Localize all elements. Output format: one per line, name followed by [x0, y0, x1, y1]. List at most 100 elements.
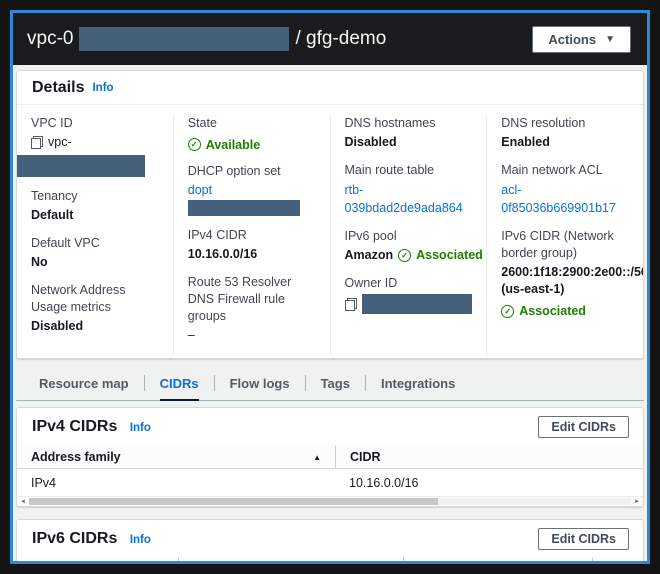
field-label: IPv6 CIDR (Network border group) — [501, 229, 614, 260]
tab-bar: Resource map CIDRs Flow logs Tags Integr… — [16, 366, 644, 401]
main-route-table-link[interactable]: rtb-039bdad2de9ada864 — [345, 183, 463, 215]
details-column-1: VPC ID vpc- Tenancy Default Default VPC — [17, 115, 173, 355]
caret-down-icon: ▼ — [605, 33, 615, 45]
copy-icon[interactable] — [31, 136, 43, 149]
check-circle-icon: ✓ — [187, 138, 201, 151]
field-label: Default VPC — [31, 236, 100, 250]
details-panel-header: Details Info — [17, 71, 643, 104]
column-header-label: CIDR — [350, 450, 381, 464]
console-frame: vpc-0 / gfg-demo Actions ▼ Details Info … — [10, 10, 650, 564]
column-header-network-border-group: Network Border Group — [402, 557, 592, 561]
tab-divider — [213, 375, 215, 391]
tab-cidrs[interactable]: CIDRs — [159, 366, 199, 401]
tab-tags[interactable]: Tags — [321, 366, 350, 401]
status-available: ✓ Available — [187, 137, 261, 152]
check-circle-icon: ✓ — [501, 304, 515, 318]
status-label: Associated — [416, 248, 483, 262]
ipv4-info-link[interactable]: Info — [130, 422, 151, 434]
scroll-right-icon[interactable]: ► — [634, 499, 640, 505]
edit-ipv6-cidrs-button[interactable]: Edit CIDRs — [538, 528, 629, 550]
field-label: DNS hostnames — [344, 116, 436, 130]
column-header-address-family[interactable]: Address family ▲ — [17, 557, 178, 561]
field-value: Enabled — [501, 135, 550, 149]
field-label: State — [187, 116, 217, 130]
cell-cidr: 10.16.0.0/16 — [349, 476, 419, 490]
actions-button[interactable]: Actions ▼ — [532, 25, 631, 53]
ipv6-cidrs-panel: IPv6 CIDRs Info Edit CIDRs Address famil… — [16, 519, 644, 561]
field-label: Main network ACL — [501, 163, 603, 177]
field-vpc-id: VPC ID vpc- — [17, 115, 159, 177]
page-title-prefix: vpc-0 — [27, 28, 74, 49]
page-title-suffix: / gfg-demo — [295, 28, 387, 49]
redacted-vpc-id-title — [79, 27, 290, 51]
ipv6-table-header-row: Address family ▲ CIDR Network Border Gro… — [17, 557, 643, 561]
field-label: IPv4 CIDR — [187, 228, 247, 242]
field-value: Available — [205, 137, 261, 152]
cell-address-family: IPv4 — [31, 476, 57, 490]
field-label: Main route table — [344, 163, 435, 177]
field-dns-resolution: DNS resolution Enabled — [501, 115, 629, 151]
field-label: Route 53 Resolver DNS Firewall rule grou… — [187, 275, 292, 323]
scrollbar-thumb[interactable] — [28, 498, 439, 505]
dhcp-option-set-link[interactable]: dopt — [188, 183, 212, 197]
field-label: IPv6 pool — [344, 229, 397, 243]
field-main-network-acl: Main network ACL acl-0f85036b669901b17 — [501, 162, 629, 217]
page-title: vpc-0 / gfg-demo — [27, 27, 386, 51]
actions-button-label: Actions — [548, 31, 597, 47]
tab-resource-map[interactable]: Resource map — [39, 366, 129, 401]
ipv4-horizontal-scrollbar[interactable]: ◄ ► — [17, 496, 643, 506]
redacted-owner-id — [361, 294, 472, 314]
status-label: Associated — [519, 304, 586, 318]
details-info-link[interactable]: Info — [92, 82, 113, 94]
main-network-acl-link[interactable]: acl-0f85036b669901b17 — [501, 183, 616, 215]
column-header-label: Address family — [31, 450, 121, 464]
details-column-2: State ✓ Available DHCP option set dopt I… — [172, 115, 330, 355]
tab-divider — [304, 375, 306, 391]
field-value: vpc- — [48, 135, 72, 149]
field-route53-firewall: Route 53 Resolver DNS Firewall rule grou… — [188, 274, 316, 344]
table-row: IPv4 10.16.0.0/16 — [17, 469, 643, 496]
field-owner-id: Owner ID — [344, 275, 473, 314]
details-column-4: DNS resolution Enabled Main network ACL … — [486, 115, 643, 355]
column-header-pool: Pool — [591, 557, 643, 561]
field-value: No — [31, 255, 48, 269]
ipv4-panel-header: IPv4 CIDRs Info Edit CIDRs — [17, 408, 643, 445]
field-ipv4-cidr: IPv4 CIDR 10.16.0.0/16 — [188, 227, 316, 263]
field-value: – — [187, 328, 195, 342]
column-header-cidr: CIDR — [335, 445, 643, 468]
field-label: Tenancy — [31, 189, 78, 203]
scroll-left-icon[interactable]: ◄ — [20, 499, 26, 505]
ipv6-info-link[interactable]: Info — [130, 534, 151, 546]
field-value: Disabled — [344, 135, 397, 149]
ipv4-cidrs-heading: IPv4 CIDRs — [32, 418, 118, 435]
details-heading: Details — [32, 79, 85, 96]
scrollbar-track[interactable] — [28, 498, 632, 505]
column-header-cidr: CIDR — [177, 557, 403, 561]
redacted-vpc-id — [17, 155, 145, 177]
field-state: State ✓ Available — [187, 115, 316, 152]
field-main-route-table: Main route table rtb-039bdad2de9ada864 — [345, 162, 473, 217]
ipv4-table-header-row: Address family ▲ CIDR — [17, 445, 643, 469]
status-associated: ✓ Associated — [398, 247, 483, 264]
field-label: Owner ID — [344, 276, 398, 290]
page-header: vpc-0 / gfg-demo Actions ▼ — [13, 13, 647, 65]
field-nau-metrics: Network Address Usage metrics Disabled — [31, 282, 159, 335]
details-panel: Details Info VPC ID vpc- Tenancy Default… — [16, 70, 644, 359]
tab-integrations[interactable]: Integrations — [381, 366, 455, 401]
field-value: Disabled — [31, 319, 84, 333]
edit-ipv4-cidrs-button[interactable]: Edit CIDRs — [538, 416, 629, 438]
field-ipv6-pool: IPv6 pool Amazon ✓ Associated — [344, 228, 483, 264]
copy-icon[interactable] — [344, 297, 357, 311]
field-label: DHCP option set — [187, 164, 281, 178]
field-value: 2600:1f18:2900:2e00::/56 (us-east-1) — [501, 265, 644, 296]
ipv6-panel-header: IPv6 CIDRs Info Edit CIDRs — [17, 520, 643, 557]
field-dns-hostnames: DNS hostnames Disabled — [345, 115, 473, 151]
field-value: Default — [31, 208, 74, 222]
field-ipv6-cidr-nbg: IPv6 CIDR (Network border group) 2600:1f… — [501, 228, 644, 319]
field-label: Network Address Usage metrics — [31, 283, 126, 314]
tab-flow-logs[interactable]: Flow logs — [230, 366, 290, 401]
field-label: VPC ID — [31, 116, 73, 130]
field-value: 10.16.0.0/16 — [187, 247, 258, 261]
column-header-address-family[interactable]: Address family ▲ — [17, 445, 335, 468]
ipv6-cidrs-heading: IPv6 CIDRs — [32, 530, 118, 547]
